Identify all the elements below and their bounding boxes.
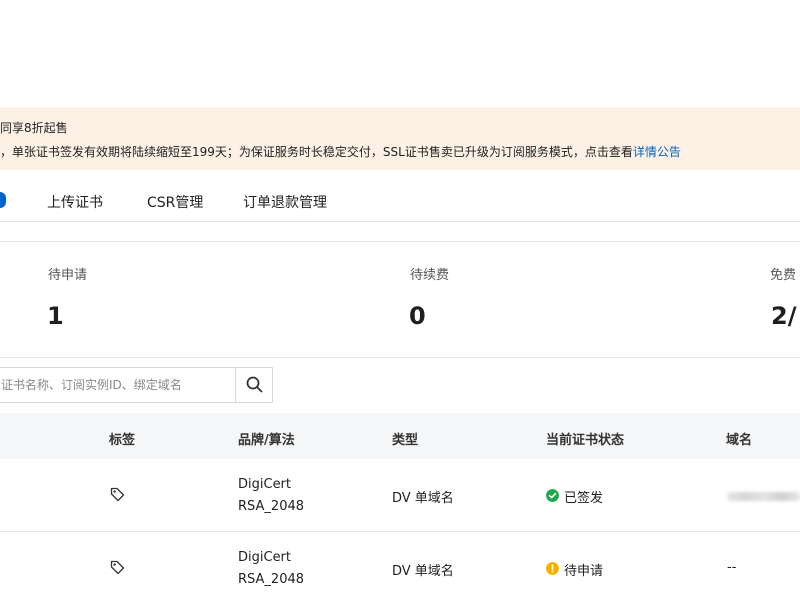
notice-message-text: ，单张证书签发有效期将陆续缩短至199天；为保证服务时长稳定交付，SSL证书售卖… — [0, 145, 633, 159]
status-text: 待申请 — [564, 564, 604, 579]
column-header-status: 当前证书状态 — [546, 433, 625, 448]
brand-algorithm-cell: DigiCert RSA_2048 — [238, 547, 304, 591]
tab-bar: 上传证书 CSR管理 订单退款管理 — [0, 180, 800, 222]
stat-label-pending-renewal: 待续费 — [410, 268, 450, 283]
stat-label-free: 免费 — [770, 268, 797, 283]
notice-details-link[interactable]: 详情公告 — [633, 145, 681, 159]
table-header: 标签 品牌/算法 类型 当前证书状态 域名 — [0, 413, 800, 459]
ssl-certificate-page: 同享8折起售 ，单张证书签发有效期将陆续缩短至199天；为保证服务时长稳定交付，… — [0, 0, 800, 600]
tag-icon[interactable] — [110, 487, 125, 502]
brand-name: DigiCert — [238, 550, 292, 565]
certificate-table: 标签 品牌/算法 类型 当前证书状态 域名 DigiCert RSA_2048 … — [0, 413, 800, 600]
type-cell: DV 单域名 — [392, 491, 454, 506]
stats-panel: 待申请 1 待续费 0 免费 2/ — [0, 241, 800, 358]
domain-cell: -- — [727, 560, 737, 575]
notice-title: 同享8折起售 — [0, 121, 68, 135]
column-header-domain: 域名 — [726, 433, 753, 448]
algorithm-name: RSA_2048 — [238, 572, 305, 587]
check-circle-icon — [546, 489, 559, 502]
status-text: 已签发 — [564, 491, 604, 506]
domain-cell-redacted — [727, 492, 800, 501]
stat-label-pending-apply: 待申请 — [48, 268, 88, 283]
notice-message: ，单张证书签发有效期将陆续缩短至199天；为保证服务时长稳定交付，SSL证书售卖… — [0, 143, 681, 160]
stat-value-free[interactable]: 2/ — [771, 302, 796, 330]
stat-value-pending-apply[interactable]: 1 — [47, 302, 64, 330]
active-tab-indicator — [0, 192, 6, 208]
tab-csr-management[interactable]: CSR管理 — [147, 192, 203, 212]
stat-value-pending-renewal[interactable]: 0 — [409, 302, 426, 330]
table-row: DigiCert RSA_2048 DV 单域名 待申请 -- — [0, 532, 800, 600]
tab-upload-certificate[interactable]: 上传证书 — [47, 192, 103, 212]
column-header-tag: 标签 — [109, 433, 136, 448]
brand-algorithm-cell: DigiCert RSA_2048 — [238, 474, 304, 518]
search-icon — [246, 376, 263, 393]
search-input[interactable] — [0, 368, 235, 402]
column-header-type: 类型 — [392, 433, 419, 448]
search-box — [0, 367, 273, 403]
type-cell: DV 单域名 — [392, 564, 454, 579]
column-header-brand: 品牌/算法 — [238, 433, 295, 448]
search-button[interactable] — [235, 368, 272, 402]
warning-circle-icon — [546, 562, 559, 575]
algorithm-name: RSA_2048 — [238, 499, 305, 514]
notice-banner: 同享8折起售 ，单张证书签发有效期将陆续缩短至199天；为保证服务时长稳定交付，… — [0, 107, 800, 170]
tab-order-refund-management[interactable]: 订单退款管理 — [243, 192, 327, 212]
tag-icon[interactable] — [110, 560, 125, 575]
brand-name: DigiCert — [238, 477, 292, 492]
table-row: DigiCert RSA_2048 DV 单域名 已签发 — [0, 459, 800, 532]
